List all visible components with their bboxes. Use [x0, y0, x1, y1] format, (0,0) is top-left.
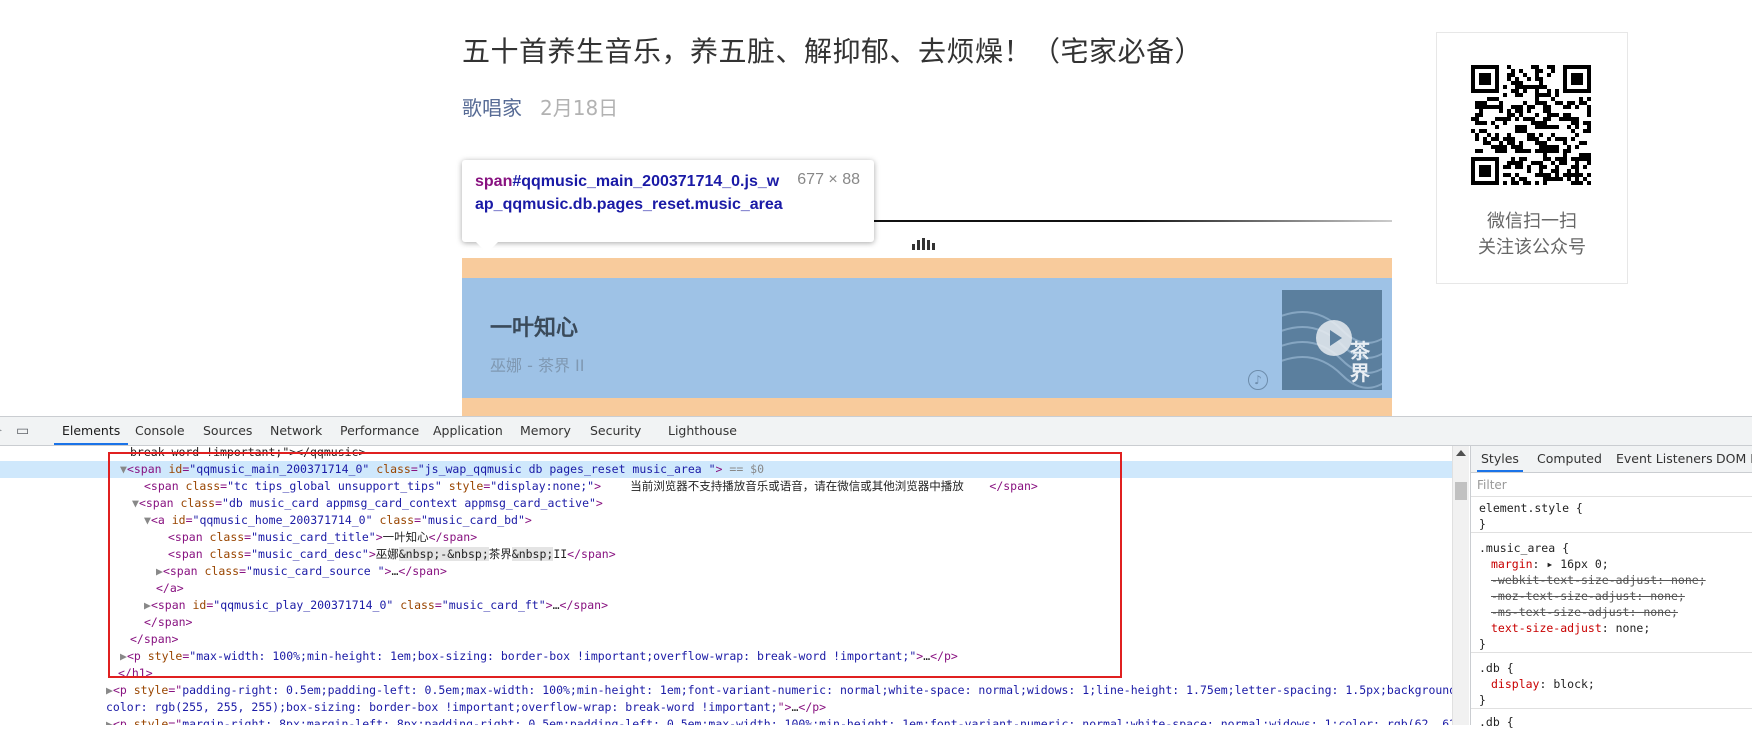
scroll-thumb[interactable]	[1455, 482, 1467, 500]
dom-node-line[interactable]: <span class="music_card_desc">巫娜&nbsp;-&…	[0, 546, 1456, 563]
dom-node-line[interactable]: <span class="tc tips_global unsupport_ti…	[0, 478, 1456, 495]
play-icon[interactable]	[1316, 320, 1352, 356]
music-card[interactable]: 一叶知心 巫娜 - 茶界 II ♪ 茶界	[462, 278, 1392, 398]
style-rule-line[interactable]: element.style {	[1479, 500, 1583, 516]
styles-tab-dom-b[interactable]: DOM B	[1716, 446, 1752, 472]
style-rule-line[interactable]: }	[1479, 692, 1486, 708]
styles-tab-event-listeners[interactable]: Event Listeners	[1616, 446, 1713, 472]
qr-code-icon	[1471, 65, 1591, 185]
devtools-tab-elements[interactable]: Elements	[53, 417, 129, 445]
album-cover[interactable]: 茶界	[1282, 290, 1382, 390]
style-rule-line[interactable]: }	[1479, 636, 1486, 652]
dom-node-line[interactable]: <span class="music_card_title">一叶知心</spa…	[0, 529, 1456, 546]
audio-progress-line	[870, 220, 1392, 222]
dom-node-line[interactable]: ▼<span class="db music_card appmsg_card_…	[0, 495, 1456, 512]
devtools-tab-security[interactable]: Security	[590, 417, 641, 445]
devtools-tab-memory[interactable]: Memory	[520, 417, 571, 445]
style-rule-separator	[1471, 532, 1752, 533]
style-rule-line[interactable]: .db {	[1479, 714, 1514, 730]
styles-tab-styles[interactable]: Styles	[1477, 446, 1523, 472]
dom-node-line[interactable]: </span>	[0, 631, 1456, 648]
elements-tree[interactable]: break-word !important;"></qqmusic> ▼<span…	[0, 446, 1456, 725]
article-author-link[interactable]: 歌唱家	[462, 92, 522, 121]
style-rule-separator	[1471, 652, 1752, 653]
device-toolbar-icon[interactable]: ▭	[16, 423, 29, 439]
article-page: 五十首养生音乐，养五脏、解抑郁、去烦燥！（宅家必备） 歌唱家 2月18日 微信扫…	[0, 0, 1752, 416]
devtools-tab-sources[interactable]: Sources	[203, 417, 252, 445]
music-card-title: 一叶知心	[490, 316, 579, 341]
devtools-tab-performance[interactable]: Performance	[340, 417, 419, 445]
tooltip-selector: span#qqmusic_main_200371714_0.js_wap_qqm…	[475, 173, 783, 213]
dom-node-line[interactable]: ▶<span id="qqmusic_play_200371714_0" cla…	[0, 597, 1456, 614]
audio-wave-icon	[912, 238, 942, 250]
qr-caption-scan: 微信扫一扫	[1487, 211, 1577, 232]
scroll-up-icon[interactable]	[1456, 450, 1466, 456]
devtools-tab-console[interactable]: Console	[135, 417, 185, 445]
dom-node-line[interactable]: ▶<p style="padding-right: 0.5em;padding-…	[0, 682, 1456, 699]
qr-code-panel: 微信扫一扫 关注该公众号	[1436, 32, 1628, 284]
tooltip-arrow	[476, 242, 498, 253]
music-card-desc: 巫娜 - 茶界 II	[490, 356, 585, 375]
dom-node-line[interactable]: break-word !important;"></qqmusic>	[0, 446, 1456, 461]
dom-node-line[interactable]: ▶<span class="music_card_source ">…</spa…	[0, 563, 1456, 580]
margin-overlay-bottom	[462, 398, 1392, 416]
article-title: 五十首养生音乐，养五脏、解抑郁、去烦燥！（宅家必备）	[462, 35, 1204, 68]
styles-tabs: Styles Computed Event ListenersDOM B	[1471, 446, 1752, 473]
dom-node-line[interactable]: </a>	[0, 580, 1456, 597]
style-rule-line[interactable]: }	[1479, 516, 1486, 532]
style-rule-line[interactable]: .db {	[1479, 660, 1514, 676]
album-cover-text: 茶界	[1350, 339, 1370, 385]
devtools-panel: ⌖ ▭ ElementsConsole Sources Network Perform…	[0, 416, 1752, 729]
elements-scrollbar[interactable]	[1452, 446, 1469, 725]
tooltip-size: 677 × 88	[797, 171, 860, 188]
devtools-tab-network[interactable]: Network	[270, 417, 322, 445]
devtools-tab-lighthouse[interactable]: Lighthouse	[668, 417, 737, 445]
style-rule-line[interactable]: -moz-text-size-adjust: none;	[1491, 588, 1685, 604]
devtools-toolbar: ⌖ ▭ ElementsConsole Sources Network Perform…	[0, 417, 1752, 446]
dom-node-line[interactable]: ▼<a id="qqmusic_home_200371714_0" class=…	[0, 512, 1456, 529]
style-rule-separator	[1471, 708, 1752, 709]
dom-node-line[interactable]: color: rgb(255, 255, 255);box-sizing: bo…	[0, 699, 1456, 716]
styles-pane: Styles Computed Event ListenersDOM B Filte…	[1470, 446, 1752, 729]
inspect-tooltip: span#qqmusic_main_200371714_0.js_wap_qqm…	[462, 160, 874, 253]
margin-overlay-top	[462, 258, 1392, 278]
style-rule-line[interactable]: text-size-adjust: none;	[1491, 620, 1650, 636]
styles-filter-input[interactable]: Filter	[1477, 478, 1507, 492]
style-rule-line[interactable]: -ms-text-size-adjust: none;	[1491, 604, 1678, 620]
style-rule-line[interactable]: margin: ▸ 16px 0;	[1491, 556, 1609, 572]
inspect-element-icon[interactable]: ⌖	[0, 423, 2, 439]
style-rule-line[interactable]: display: block;	[1491, 676, 1595, 692]
qqmusic-source-icon: ♪	[1248, 370, 1268, 390]
dom-node-line[interactable]: ▼<span id="qqmusic_main_200371714_0" cla…	[0, 461, 1456, 478]
style-rule-line[interactable]: .music_area {	[1479, 540, 1569, 556]
dom-node-line[interactable]: ▶<p style="max-width: 100%;min-height: 1…	[0, 648, 1456, 665]
styles-tab-computed[interactable]: Computed	[1537, 446, 1602, 472]
style-rule-line[interactable]: -webkit-text-size-adjust: none;	[1491, 572, 1706, 588]
devtools-tab-application[interactable]: Application	[433, 417, 503, 445]
article-date: 2月18日	[540, 96, 619, 120]
dom-node-line[interactable]: </span>	[0, 614, 1456, 631]
dom-node-line[interactable]: </h1>	[0, 665, 1456, 682]
qr-caption-follow: 关注该公众号	[1478, 237, 1586, 258]
